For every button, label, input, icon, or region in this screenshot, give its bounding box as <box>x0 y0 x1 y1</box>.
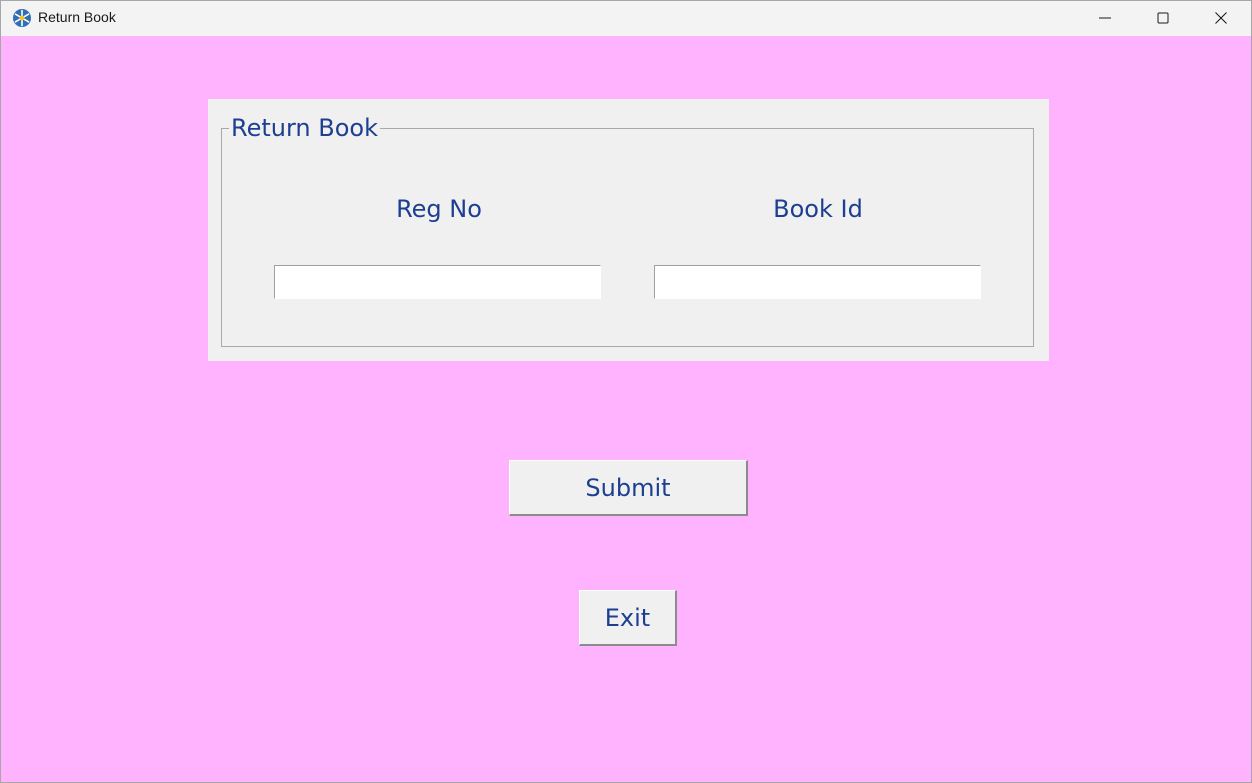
app-icon <box>12 8 32 28</box>
minimize-button[interactable] <box>1076 1 1134 36</box>
exit-button[interactable]: Exit <box>579 590 677 646</box>
maximize-button[interactable] <box>1134 1 1192 36</box>
book-id-label: Book Id <box>773 195 863 223</box>
minimize-icon <box>1099 17 1111 19</box>
submit-button[interactable]: Submit <box>509 460 748 516</box>
reg-no-input[interactable] <box>274 265 601 299</box>
app-window: Return Book Return Book Reg No Book Id S… <box>0 0 1252 783</box>
book-id-input[interactable] <box>654 265 981 299</box>
title-bar[interactable]: Return Book <box>1 1 1251 36</box>
close-button[interactable] <box>1192 1 1250 36</box>
return-book-group <box>221 128 1034 347</box>
form-panel: Return Book Reg No Book Id <box>208 99 1049 361</box>
window-title: Return Book <box>38 9 116 25</box>
close-icon <box>1215 12 1227 24</box>
maximize-icon <box>1157 12 1169 24</box>
reg-no-label: Reg No <box>396 195 482 223</box>
group-title: Return Book <box>229 114 380 142</box>
